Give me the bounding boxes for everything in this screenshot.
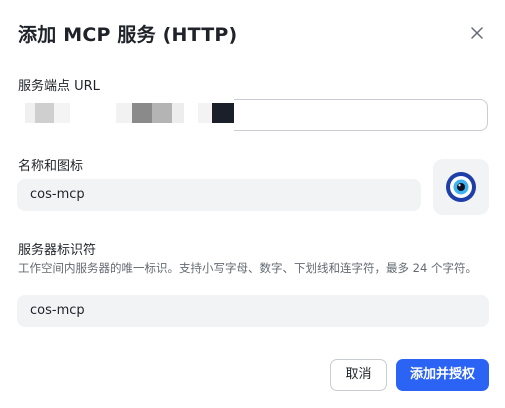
- endpoint-url-label: 服务端点 URL: [18, 79, 100, 94]
- add-mcp-dialog: 添加 MCP 服务 (HTTP) 服务端点 URL 名称和图标 cos-mcp: [0, 0, 505, 408]
- add-and-authorize-button[interactable]: 添加并授权: [396, 359, 489, 391]
- close-button[interactable]: [466, 22, 488, 44]
- endpoint-url-field[interactable]: [17, 99, 489, 131]
- cancel-button[interactable]: 取消: [330, 359, 387, 391]
- endpoint-url-input[interactable]: [234, 99, 488, 131]
- close-icon: [471, 27, 483, 39]
- dialog-title: 添加 MCP 服务 (HTTP): [18, 24, 238, 46]
- server-name-input[interactable]: cos-mcp: [17, 179, 421, 211]
- redacted-url-mosaic: [17, 100, 234, 130]
- server-id-input[interactable]: cos-mcp: [17, 295, 489, 327]
- name-icon-label: 名称和图标: [18, 159, 84, 174]
- icon-picker-button[interactable]: [433, 159, 489, 215]
- server-id-label: 服务器标识符: [18, 243, 97, 258]
- evil-eye-icon: [446, 172, 476, 202]
- server-id-help-text: 工作空间内服务器的唯一标识。支持小写字母、数字、下划线和连字符，最多 24 个字…: [18, 261, 477, 275]
